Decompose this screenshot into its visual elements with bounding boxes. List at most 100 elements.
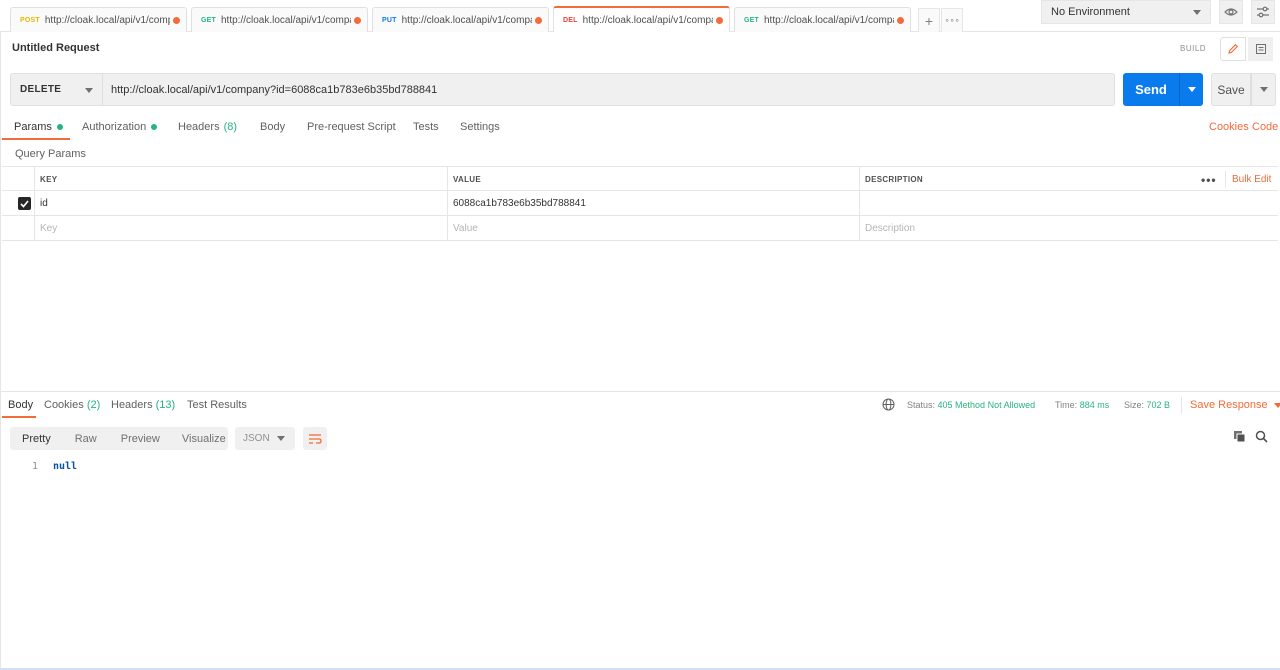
send-button[interactable]: Send [1123, 73, 1179, 106]
save-response-button[interactable]: Save Response [1190, 399, 1280, 411]
tab-label: Tests [413, 121, 439, 133]
tab-tests[interactable]: Tests [413, 121, 439, 133]
cookies-link[interactable]: Cookies [1209, 121, 1249, 133]
tab-method-label: PUT [382, 16, 397, 24]
tab-body[interactable]: Body [260, 121, 285, 133]
chevron-down-icon [277, 436, 285, 441]
format-pretty-button[interactable]: Pretty [22, 427, 51, 450]
response-tab-test-results[interactable]: Test Results [187, 399, 247, 411]
time-value: 884 ms [1079, 400, 1110, 410]
checkmark-icon [20, 199, 29, 208]
method-select[interactable]: DELETE [10, 73, 103, 106]
request-tab-bar: POST http://cloak.local/api/v1/comp... G… [0, 0, 1280, 32]
time-label: Time: [1055, 400, 1078, 410]
bulk-edit-link[interactable]: Bulk Edit [1232, 167, 1271, 192]
tab-settings[interactable]: Settings [460, 121, 500, 133]
request-tab-post[interactable]: POST http://cloak.local/api/v1/comp... [10, 7, 187, 32]
more-tabs-button[interactable]: ∘∘∘ [941, 8, 963, 32]
environment-select[interactable]: No Environment [1041, 0, 1211, 24]
code-text[interactable]: null [53, 461, 77, 472]
tab-url-label: http://cloak.local/api/v1/compa... [401, 14, 532, 26]
tab-url-label: http://cloak.local/api/v1/comp... [44, 14, 170, 26]
format-toggle-group: Pretty Raw Preview Visualize [10, 427, 228, 450]
tab-params[interactable]: Params [14, 121, 63, 133]
left-border [0, 32, 1, 670]
tab-count: (13) [155, 399, 176, 411]
tab-label: Body [260, 121, 286, 133]
save-button[interactable]: Save [1211, 73, 1251, 106]
table-row-new: Key Value Description [2, 216, 1278, 241]
chevron-down-icon [1187, 87, 1196, 92]
tab-label: Body [8, 399, 34, 411]
url-text: http://cloak.local/api/v1/company?id=608… [111, 83, 438, 96]
code-link[interactable]: Code [1252, 121, 1278, 133]
response-divider[interactable] [0, 391, 1280, 392]
active-dot-icon [56, 124, 63, 130]
wrap-lines-icon [309, 433, 322, 444]
chevron-down-icon [1193, 10, 1201, 15]
tab-label: Authorization [82, 121, 147, 133]
divider [1225, 171, 1226, 188]
documentation-button[interactable] [1248, 37, 1273, 61]
param-enabled-checkbox[interactable] [18, 197, 31, 210]
save-options-button[interactable] [1251, 73, 1276, 106]
tab-count: (8) [223, 121, 238, 133]
copy-icon[interactable] [1233, 430, 1246, 443]
save-response-label: Save Response [1190, 399, 1268, 411]
tab-headers[interactable]: Headers (8) [178, 121, 237, 133]
request-title[interactable]: Untitled Request [12, 42, 99, 54]
size-value: 702 B [1146, 400, 1171, 410]
status-label: Status: [907, 400, 936, 410]
eye-icon [1224, 8, 1238, 16]
send-options-button[interactable] [1179, 73, 1203, 106]
response-tab-body[interactable]: Body [8, 399, 33, 411]
tab-label: Test Results [187, 399, 247, 411]
response-time: Time: 884 ms [1055, 400, 1109, 410]
tab-url-label: http://cloak.local/api/v1/compa... [764, 14, 894, 26]
table-header-row: KEY VALUE DESCRIPTION ••• Bulk Edit [2, 166, 1278, 192]
tab-method-label: GET [201, 16, 216, 24]
new-param-value-input[interactable]: Value [447, 216, 859, 241]
tab-label: Params [14, 121, 52, 133]
request-tab-delete[interactable]: DEL http://cloak.local/api/v1/compa... [553, 6, 730, 32]
active-tab-indicator [2, 138, 70, 140]
line-number: 1 [31, 460, 38, 472]
tab-count: (2) [86, 399, 101, 411]
url-input[interactable]: http://cloak.local/api/v1/company?id=608… [103, 73, 1115, 106]
tab-label: Settings [460, 121, 500, 133]
search-icon[interactable] [1255, 430, 1268, 443]
response-tab-headers[interactable]: Headers (13) [111, 399, 175, 411]
param-key-cell[interactable]: id [34, 191, 447, 216]
new-tab-button[interactable]: + [918, 8, 940, 32]
edit-request-button[interactable] [1220, 37, 1246, 61]
new-param-description-input[interactable]: Description [859, 216, 1278, 241]
unsaved-dot-icon [354, 16, 361, 24]
environment-settings-button[interactable] [1251, 0, 1275, 24]
tab-method-label: POST [20, 16, 40, 24]
tab-label: Headers [178, 121, 220, 133]
globe-icon[interactable] [882, 398, 895, 411]
request-tab-get[interactable]: GET http://cloak.local/api/v1/compa... [191, 7, 368, 32]
param-value-cell[interactable]: 6088ca1b783e6b35bd788841 [447, 191, 859, 216]
status-value: 405 Method Not Allowed [937, 400, 1036, 410]
build-mode-label: BUILD [1180, 44, 1207, 53]
language-select[interactable]: JSON [235, 427, 295, 450]
active-dot-icon [151, 124, 158, 130]
format-preview-button[interactable]: Preview [121, 427, 160, 450]
tab-authorization[interactable]: Authorization [82, 121, 158, 133]
tab-pre-request-script[interactable]: Pre-request Script [307, 121, 396, 133]
method-label: DELETE [20, 84, 62, 95]
chevron-down-icon [1273, 402, 1280, 408]
wrap-lines-button[interactable] [303, 427, 327, 450]
request-tab-put[interactable]: PUT http://cloak.local/api/v1/compa... [372, 7, 549, 32]
new-param-key-input[interactable]: Key [34, 216, 447, 241]
param-description-cell[interactable] [859, 191, 1278, 216]
chevron-down-icon [1259, 87, 1268, 92]
request-tab-get-2[interactable]: GET http://cloak.local/api/v1/compa... [734, 7, 911, 32]
environment-quick-look-button[interactable] [1219, 0, 1243, 24]
response-tab-cookies[interactable]: Cookies (2) [44, 399, 100, 411]
more-options-icon[interactable]: ••• [1201, 167, 1217, 192]
table-row: id 6088ca1b783e6b35bd788841 [2, 191, 1278, 216]
format-visualize-button[interactable]: Visualize [182, 427, 226, 450]
format-raw-button[interactable]: Raw [75, 427, 97, 450]
